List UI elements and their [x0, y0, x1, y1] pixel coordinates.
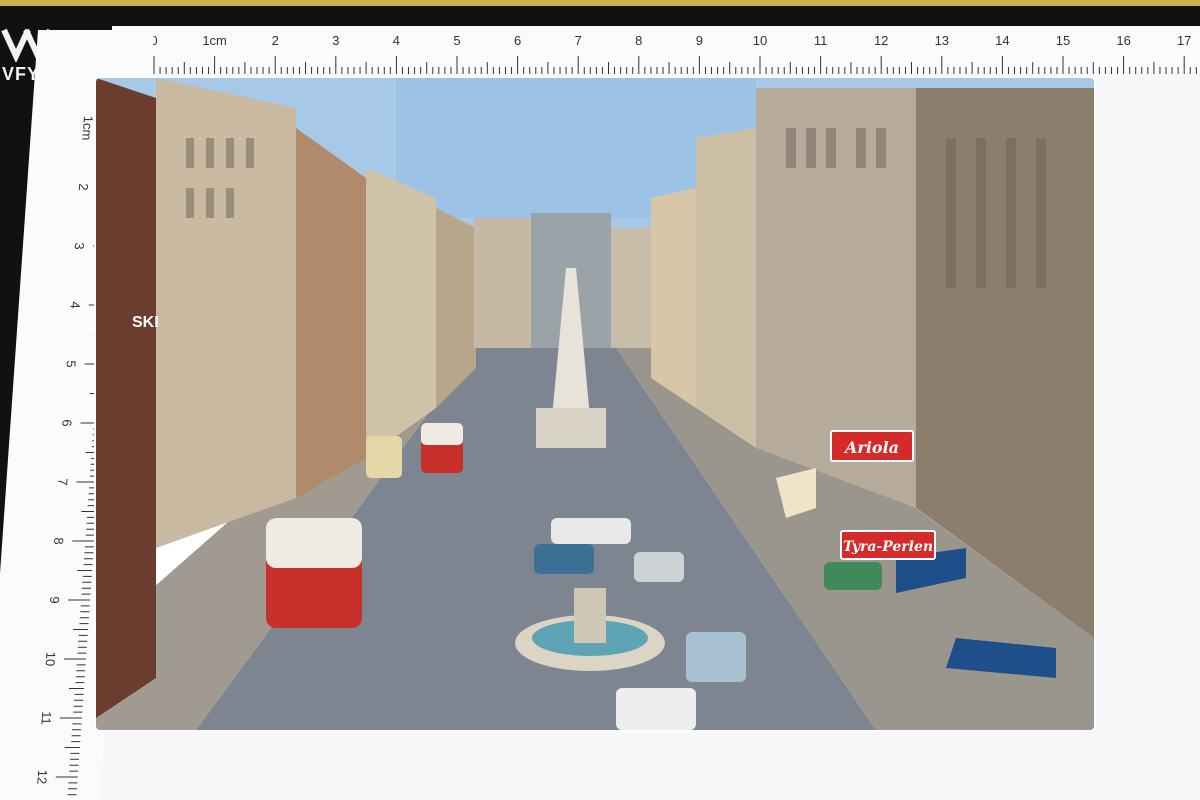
ruler-left-label: 12 — [34, 770, 50, 784]
ruler-left-label: 2 — [76, 183, 91, 190]
ruler-top-label: 15 — [1056, 33, 1070, 48]
ruler-top-label: 10 — [753, 33, 767, 48]
ruler-left-label: 11 — [38, 711, 54, 724]
postcard-photo: SKI Ariola Tyra-Perlen — [96, 78, 1094, 730]
ruler-top-label: 9 — [696, 33, 703, 48]
sign-ariola: Ariola — [830, 430, 914, 462]
ruler-left-label: 4 — [68, 301, 83, 308]
ruler-left-label: 10 — [43, 652, 59, 666]
ruler-top-label: 8 — [635, 33, 642, 48]
ruler-top-label: 5 — [453, 33, 460, 48]
ruler-top-label: 11 — [814, 33, 828, 48]
ruler-top-label: 14 — [995, 33, 1009, 48]
ruler-top-label: 2 — [272, 33, 279, 48]
ruler-top-label: 12 — [874, 33, 888, 48]
street-scene-illustration — [96, 78, 1094, 730]
ruler-top-label: 1cm — [202, 33, 227, 48]
ruler-left-label: 1cm — [79, 116, 96, 141]
ruler-horizontal-scale: 0 1cm 2 3 4 5 6 7 8 9 10 11 12 13 14 15 16 17 — [150, 33, 1197, 74]
ruler-top-label: 16 — [1116, 33, 1130, 48]
ruler-left-label: 5 — [63, 360, 78, 367]
ruler-top-label: 3 — [332, 33, 339, 48]
ruler-left-label: 6 — [59, 419, 74, 426]
ruler-top-label: 4 — [393, 33, 400, 48]
ruler-top-label: 6 — [514, 33, 521, 48]
ruler-left-label: 8 — [51, 537, 66, 544]
ruler-left-label: 7 — [55, 478, 70, 485]
ruler-left-label: 3 — [72, 242, 87, 249]
ruler-left-label: 9 — [47, 596, 62, 603]
ruler-top-label: 7 — [575, 33, 582, 48]
ruler-horizontal: 0 1cm 2 3 4 5 6 7 8 9 10 11 12 13 14 15 16 17 — [112, 26, 1200, 74]
sign-ski: SKI — [132, 314, 159, 331]
ruler-top-label: 13 — [935, 33, 949, 48]
top-edge-strip — [0, 0, 1200, 6]
sign-tyra-perlen: Tyra-Perlen — [840, 530, 936, 560]
ruler-top-label: 17 — [1177, 33, 1191, 48]
